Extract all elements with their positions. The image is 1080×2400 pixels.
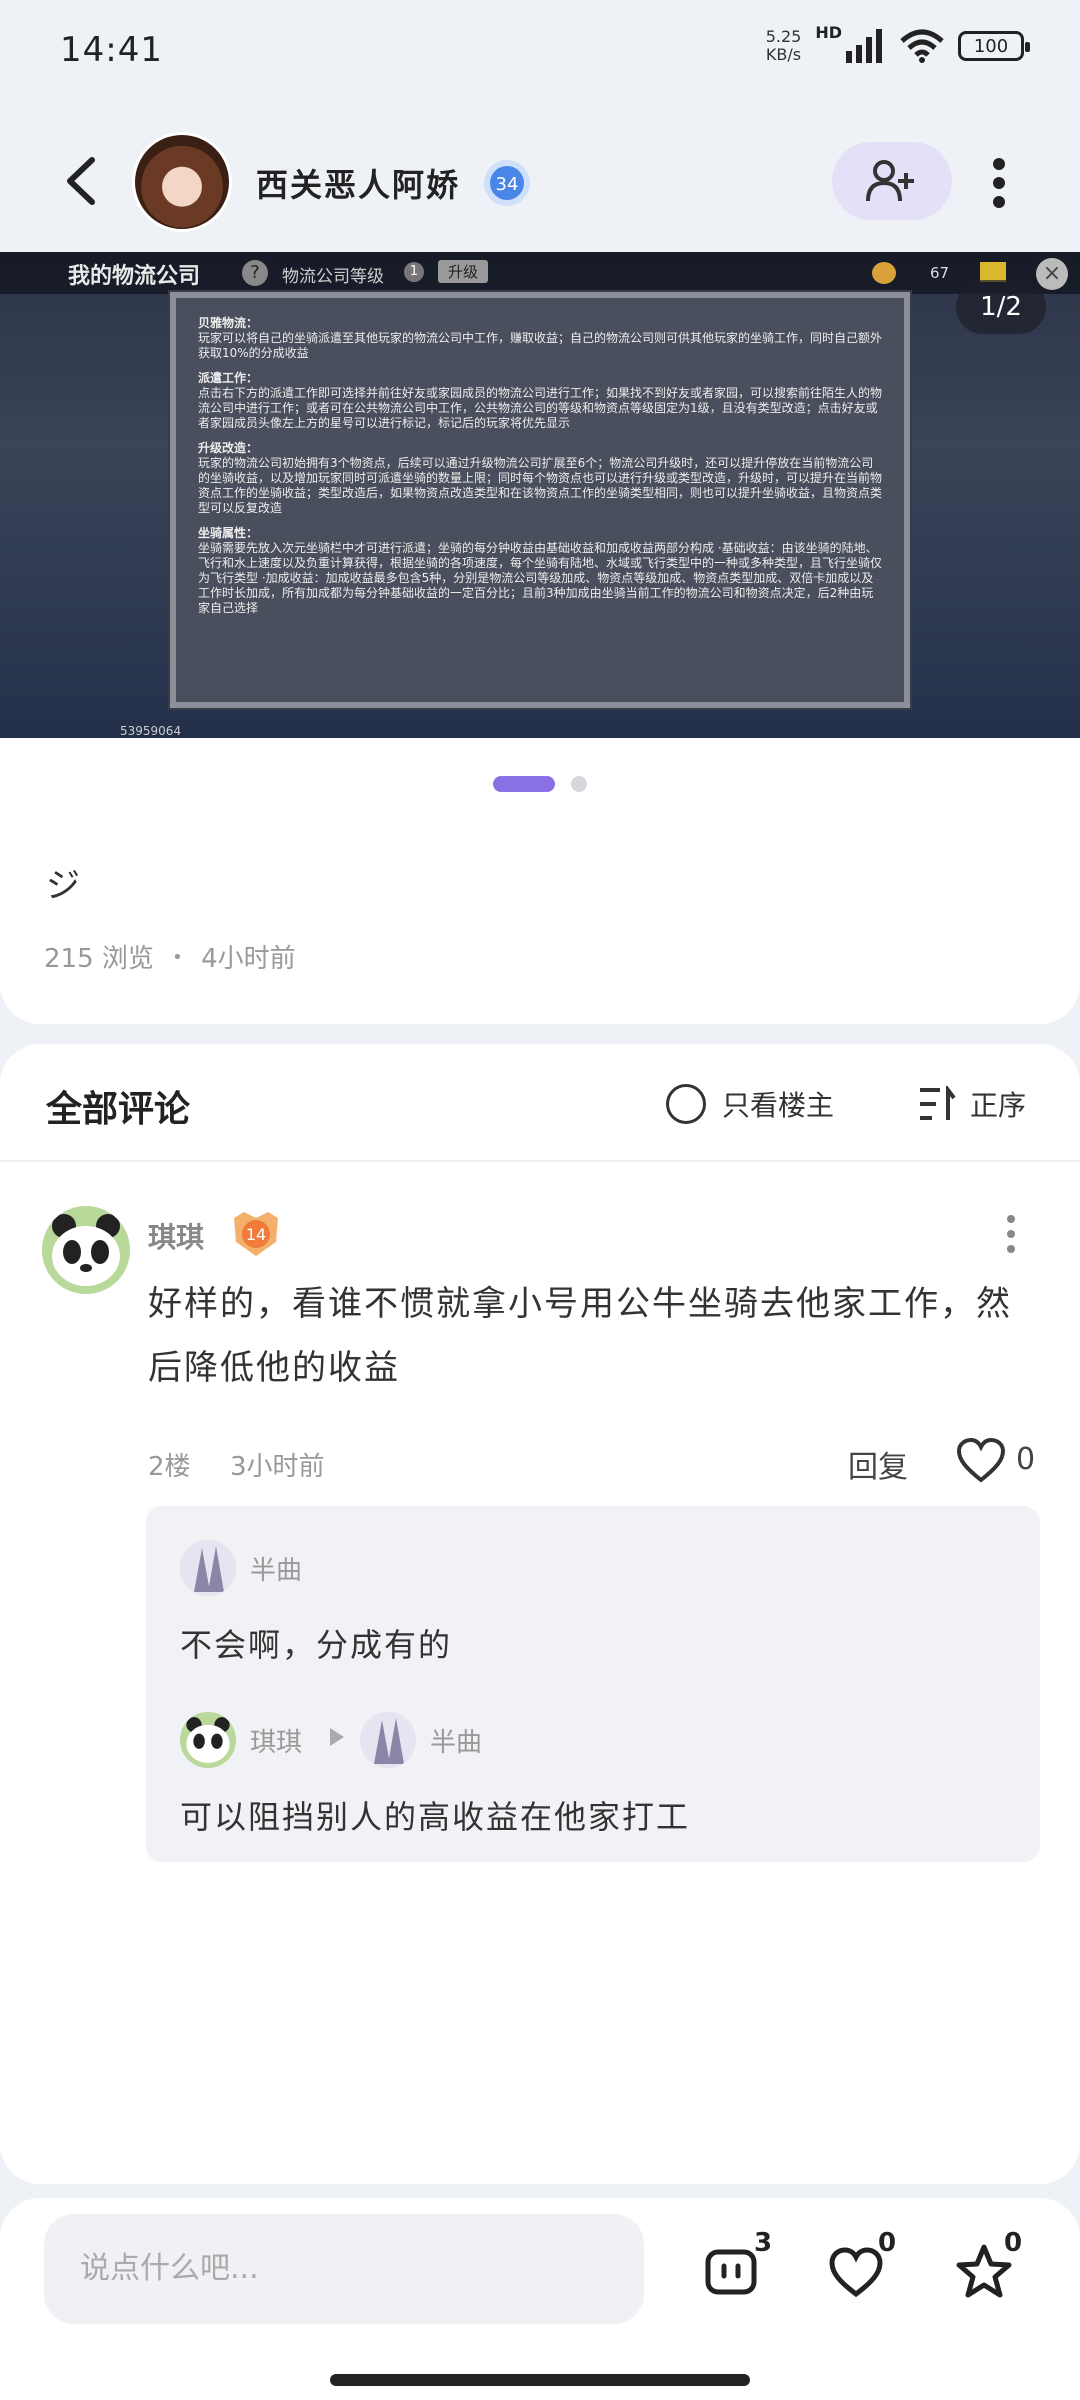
reply-author[interactable]: 琪琪 <box>250 1722 302 1759</box>
game-counter: 67 <box>930 264 950 282</box>
panel-text: 点击右下方的派遣工作即可选择并前往好友或家园成员的物流公司进行工作；如果找不到好… <box>198 386 883 430</box>
home-indicator[interactable] <box>330 2374 750 2386</box>
status-icons: 5.25 KB/s HD 100 <box>766 23 1030 64</box>
commenter-name[interactable]: 琪琪 <box>148 1216 204 1256</box>
only-owner-label: 只看楼主 <box>722 1089 835 1122</box>
commenter-avatar[interactable] <box>42 1206 130 1294</box>
follow-button[interactable] <box>832 142 952 220</box>
user-avatar-icon <box>180 1540 236 1596</box>
carousel-dot[interactable] <box>571 776 587 792</box>
reply-author[interactable]: 半曲 <box>250 1550 302 1587</box>
user-avatar-icon <box>360 1712 416 1768</box>
sort-label: 正序 <box>970 1089 1027 1122</box>
image-pager: 1/2 <box>956 280 1046 334</box>
battery-indicator: 100 <box>958 31 1030 61</box>
game-subtitle: 物流公司等级 <box>282 267 384 287</box>
panel-heading: 升级改造： <box>198 441 259 455</box>
heart-icon[interactable] <box>956 1438 1006 1484</box>
like-count: 0 <box>878 2228 897 2258</box>
meta-separator: • <box>172 947 183 968</box>
net-speed: 5.25 KB/s <box>766 28 802 64</box>
game-level: 1 <box>404 262 424 282</box>
hd-label: HD <box>815 22 842 42</box>
comments-header: 全部评论 只看楼主 正序 <box>0 1044 1080 1162</box>
carousel-dot-active[interactable] <box>493 776 555 792</box>
carousel-dots <box>0 776 1080 792</box>
game-topbar: 我的物流公司 ? 物流公司等级 1 升级 67 × <box>0 252 1080 294</box>
post-text: ジ <box>46 866 80 906</box>
reply-target-avatar[interactable] <box>360 1712 416 1768</box>
radio-circle-icon <box>666 1084 706 1124</box>
post-image[interactable]: 我的物流公司 ? 物流公司等级 1 升级 67 × 贝雅物流： 玩家可以将自己的坐… <box>0 252 1080 738</box>
reply-to-arrow-icon <box>330 1728 344 1746</box>
bottom-action-bar: 说点什么吧... 3 0 0 <box>0 2198 1080 2400</box>
comment-floor: 2楼 <box>148 1452 191 1482</box>
help-icon: ? <box>242 260 268 286</box>
post-time: 4小时前 <box>201 944 296 974</box>
post-meta: 215 浏览 • 4小时前 <box>44 938 296 975</box>
panel-heading: 贝雅物流： <box>198 316 259 330</box>
comment-like-count: 0 <box>1016 1442 1036 1477</box>
comment-count: 3 <box>754 2228 773 2258</box>
panda-avatar-icon <box>42 1206 130 1294</box>
more-options-icon[interactable] <box>984 156 1014 210</box>
panel-text: 玩家可以将自己的坐骑派遣至其他玩家的物流公司中工作，赚取收益；自己的物流公司则可… <box>198 331 883 360</box>
clock: 14:41 <box>60 30 163 70</box>
game-help-panel: 贝雅物流： 玩家可以将自己的坐骑派遣至其他玩家的物流公司中工作，赚取收益；自己的物… <box>170 292 910 708</box>
wifi-icon <box>900 29 944 63</box>
comments-title: 全部评论 <box>46 1089 191 1130</box>
author-name[interactable]: 西关恶人阿娇 <box>256 160 460 206</box>
coin-icon <box>872 262 896 284</box>
like-icon[interactable] <box>826 2242 886 2302</box>
back-arrow-icon[interactable] <box>60 156 104 206</box>
sort-icon <box>920 1086 956 1120</box>
game-id: 53959064 <box>120 724 182 738</box>
reply-avatar[interactable] <box>180 1540 236 1596</box>
net-speed-unit: KB/s <box>765 45 802 64</box>
panel-text: 坐骑需要先放入次元坐骑栏中才可进行派遣；坐骑的每分钟收益由基础收益和加成收益两部… <box>198 541 883 615</box>
panel-heading: 坐骑属性： <box>198 526 259 540</box>
level-badge-text: 34 <box>496 174 519 195</box>
reply-avatar[interactable] <box>180 1712 236 1768</box>
comment-text: 好样的，看谁不惯就拿小号用公牛坐骑去他家工作，然后降低他的收益 <box>148 1284 1012 1388</box>
mail-icon <box>980 262 1006 282</box>
status-bar: 14:41 5.25 KB/s HD 100 <box>0 0 1080 100</box>
panda-avatar-icon <box>180 1712 236 1768</box>
add-user-icon <box>866 160 914 202</box>
signal-icon <box>846 29 882 63</box>
comment-input[interactable]: 说点什么吧... <box>44 2214 644 2324</box>
panel-heading: 派遣工作： <box>198 371 259 385</box>
panel-text: 玩家的物流公司初始拥有3个物资点，后续可以通过升级物流公司扩展至6个；物流公司升… <box>198 456 883 515</box>
favorite-count: 0 <box>1004 2228 1023 2258</box>
level-badge-icon: 14 <box>234 1212 278 1256</box>
game-close-icon: × <box>1036 258 1068 290</box>
only-owner-toggle[interactable]: 只看楼主 <box>666 1084 834 1124</box>
post-card: ジ 215 浏览 • 4小时前 <box>0 738 1080 1024</box>
reply-text[interactable]: 可以阻挡别人的高收益在他家打工 <box>180 1792 690 1838</box>
post-header: 西关恶人阿娇 34 <box>0 120 1080 240</box>
level-badge-text: 14 <box>246 1225 266 1244</box>
comment-more-icon[interactable] <box>1000 1214 1022 1254</box>
reply-thread: 半曲 不会啊，分成有的 琪琪 半曲 可以阻挡别人的高收益在他家打工 <box>146 1506 1040 1862</box>
comments-section: 全部评论 只看楼主 正序 琪琪 14 好样的，看谁不惯就拿小号用公牛坐骑去他家工… <box>0 1044 1080 2184</box>
author-avatar[interactable] <box>132 132 232 232</box>
level-badge-icon: 34 <box>484 160 530 206</box>
reply-text[interactable]: 不会啊，分成有的 <box>180 1620 452 1666</box>
game-title: 我的物流公司 <box>68 264 201 289</box>
view-count: 215 浏览 <box>44 944 154 974</box>
sort-toggle[interactable]: 正序 <box>918 1084 1026 1124</box>
reply-button[interactable]: 回复 <box>848 1442 908 1486</box>
net-speed-value: 5.25 <box>765 27 802 46</box>
game-upgrade-label: 升级 <box>438 260 489 283</box>
comment-icon[interactable] <box>702 2242 762 2302</box>
comment-time: 3小时前 <box>230 1452 325 1482</box>
reply-target-name[interactable]: 半曲 <box>430 1722 482 1759</box>
